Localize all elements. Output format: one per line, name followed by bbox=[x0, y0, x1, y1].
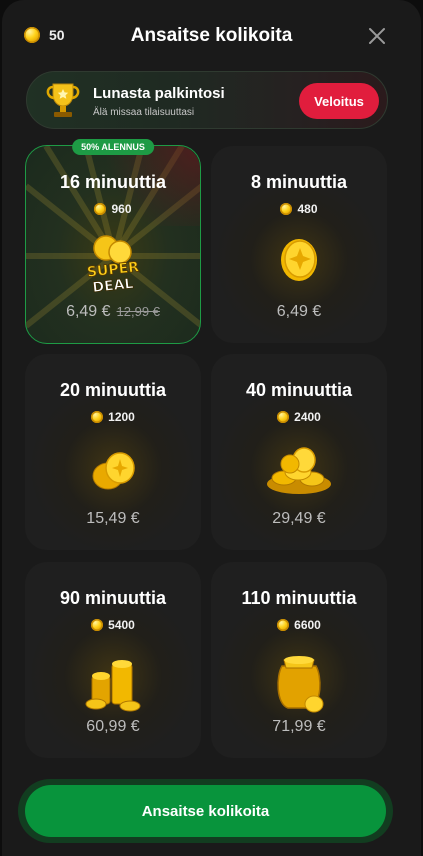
pack-coins: 6600 bbox=[211, 618, 387, 632]
single-coin-icon bbox=[281, 239, 317, 281]
header: 50 Ansaitse kolikoita bbox=[2, 0, 421, 70]
super-deal-icon: SUPER DEAL bbox=[86, 235, 140, 296]
pack-coins: 1200 bbox=[25, 410, 201, 424]
pack-title: 20 minuuttia bbox=[59, 380, 166, 400]
two-coins-icon bbox=[92, 452, 135, 490]
earn-coins-sheet: 50 Ansaitse kolikoita Lunasta palkintosi… bbox=[2, 0, 421, 856]
pack-price: 15,49 € bbox=[86, 510, 140, 527]
pack-card-110-min[interactable]: 110 minuuttia 6600 71,99 € bbox=[211, 562, 387, 758]
page-title: Ansaitse kolikoita bbox=[130, 25, 293, 46]
claim-button[interactable]: Veloitus bbox=[299, 83, 379, 119]
pack-card-8-min[interactable]: 8 minuuttia 480 6,49 € bbox=[211, 146, 387, 343]
pack-price: 71,99 € bbox=[272, 718, 326, 735]
old-price: 12,99 € bbox=[116, 304, 160, 319]
coin-icon bbox=[277, 411, 290, 423]
cta-container: Ansaitse kolikoita bbox=[18, 779, 393, 843]
pack-card-90-min[interactable]: 90 minuuttia 5400 60,99 € bbox=[25, 562, 201, 758]
coin-sack-icon bbox=[277, 656, 324, 713]
pack-price: 6,49 € bbox=[276, 303, 322, 320]
pack-price: 60,99 € bbox=[86, 718, 140, 735]
discount-badge: 50% ALENNUS bbox=[72, 139, 154, 155]
pack-title: 16 minuuttia bbox=[59, 172, 166, 192]
coin-icon bbox=[280, 203, 293, 215]
pack-title: 110 minuuttia bbox=[241, 588, 357, 608]
trophy-icon bbox=[46, 83, 80, 117]
coin-icon bbox=[91, 619, 104, 631]
pack-coins: 480 bbox=[211, 202, 387, 216]
coin-icon bbox=[277, 619, 290, 631]
pack-coins: 2400 bbox=[211, 410, 387, 424]
earn-coins-button[interactable]: Ansaitse kolikoita bbox=[25, 785, 386, 837]
coin-stacks-icon bbox=[85, 660, 141, 712]
pack-card-20-min[interactable]: 20 minuuttia 1200 15,49 € bbox=[25, 354, 201, 550]
pack-coins: 960 bbox=[26, 202, 200, 216]
svg-text:DEAL: DEAL bbox=[92, 276, 134, 296]
pack-title: 90 minuuttia bbox=[59, 588, 166, 608]
pack-title: 8 minuuttia bbox=[250, 172, 347, 192]
coin-pile-icon bbox=[267, 447, 331, 494]
pack-card-16-min[interactable]: 50% ALENNUS 16 minuuttia 960 SUPER DEAL … bbox=[25, 139, 201, 344]
promo-title: Lunasta palkintosi bbox=[93, 85, 225, 102]
promo-subtitle: Älä missaa tilaisuuttasi bbox=[93, 107, 195, 118]
close-icon[interactable] bbox=[367, 26, 387, 46]
coin-icon bbox=[94, 203, 107, 215]
pack-price: 6,49 €12,99 € bbox=[66, 303, 160, 320]
pack-title: 40 minuuttia bbox=[245, 380, 352, 400]
pack-card-40-min[interactable]: 40 minuuttia 2400 29,49 € bbox=[211, 354, 387, 550]
pack-coins: 5400 bbox=[25, 618, 201, 632]
coin-icon bbox=[91, 411, 104, 423]
promo-banner: Lunasta palkintosi Älä missaa tilaisuutt… bbox=[26, 71, 388, 129]
pack-price: 29,49 € bbox=[272, 510, 326, 527]
